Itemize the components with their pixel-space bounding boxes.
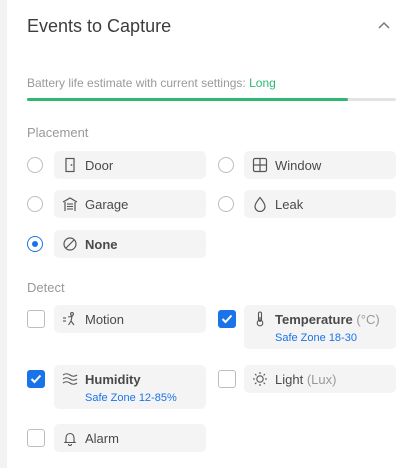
placement-label-none: None — [85, 237, 118, 252]
motion-icon — [63, 312, 75, 326]
temperature-safe-zone: Safe Zone 18-30 — [275, 332, 357, 344]
detect-checkbox-humidity[interactable] — [27, 370, 45, 388]
detect-label-alarm: Alarm — [85, 431, 119, 446]
checkmark-icon — [221, 314, 233, 324]
placement-label-leak: Leak — [275, 197, 304, 212]
detect-label-humidity: Humidity — [85, 372, 141, 387]
placement-heading: Placement — [27, 125, 89, 140]
detect-option-humidity[interactable]: Humidity Safe Zone 12-85% — [54, 365, 206, 409]
events-panel: Events to Capture Battery life estimate … — [7, 0, 404, 468]
light-unit: (Lux) — [306, 372, 337, 387]
detect-heading: Detect — [27, 280, 65, 295]
placement-radio-door[interactable] — [27, 157, 43, 173]
placement-label-window: Window — [275, 158, 322, 173]
placement-radio-leak[interactable] — [218, 196, 234, 212]
droplet-icon — [254, 196, 266, 212]
detect-checkbox-motion[interactable] — [27, 310, 45, 328]
battery-bar — [27, 98, 396, 101]
window-icon — [252, 157, 268, 173]
sun-icon — [253, 372, 267, 386]
placement-radio-none[interactable] — [27, 236, 43, 252]
battery-estimate-text: Battery life estimate with current setti… — [27, 76, 246, 90]
garage-icon — [62, 197, 78, 211]
placement-option-door[interactable]: Door — [54, 151, 206, 179]
bell-icon — [63, 432, 77, 446]
checkmark-icon — [30, 374, 42, 384]
placement-radio-garage[interactable] — [27, 196, 43, 212]
placement-option-garage[interactable]: Garage — [54, 190, 206, 218]
temperature-unit: (°C) — [356, 312, 380, 327]
placement-option-none[interactable]: None — [54, 230, 206, 258]
chevron-up-icon[interactable] — [377, 20, 391, 30]
panel-title: Events to Capture — [27, 16, 172, 36]
detect-checkbox-light[interactable] — [218, 370, 236, 388]
placement-label-garage: Garage — [85, 197, 129, 212]
light-label-text: Light — [275, 372, 304, 387]
placement-radio-window[interactable] — [218, 157, 234, 173]
detect-option-light[interactable]: Light (Lux) — [244, 365, 396, 393]
placement-option-leak[interactable]: Leak — [244, 190, 396, 218]
humidity-icon — [62, 373, 78, 385]
detect-label-temperature: Temperature (°C) — [275, 312, 380, 327]
none-icon — [63, 237, 77, 251]
detect-label-light: Light (Lux) — [275, 372, 336, 387]
door-icon — [65, 157, 75, 173]
detect-option-alarm[interactable]: Alarm — [54, 424, 206, 452]
battery-level: Long — [249, 76, 276, 90]
detect-label-motion: Motion — [85, 312, 125, 327]
thermometer-icon — [256, 311, 264, 327]
detect-option-temperature[interactable]: Temperature (°C) Safe Zone 18-30 — [244, 305, 396, 349]
detect-checkbox-alarm[interactable] — [27, 429, 45, 447]
humidity-safe-zone: Safe Zone 12-85% — [85, 392, 177, 404]
placement-option-window[interactable]: Window — [244, 151, 396, 179]
detect-checkbox-temperature[interactable] — [218, 310, 236, 328]
battery-estimate: Battery life estimate with current setti… — [27, 76, 276, 90]
detect-option-motion[interactable]: Motion — [54, 305, 206, 333]
placement-label-door: Door — [85, 158, 114, 173]
temperature-label-text: Temperature — [275, 312, 353, 327]
battery-bar-fill — [27, 98, 349, 101]
